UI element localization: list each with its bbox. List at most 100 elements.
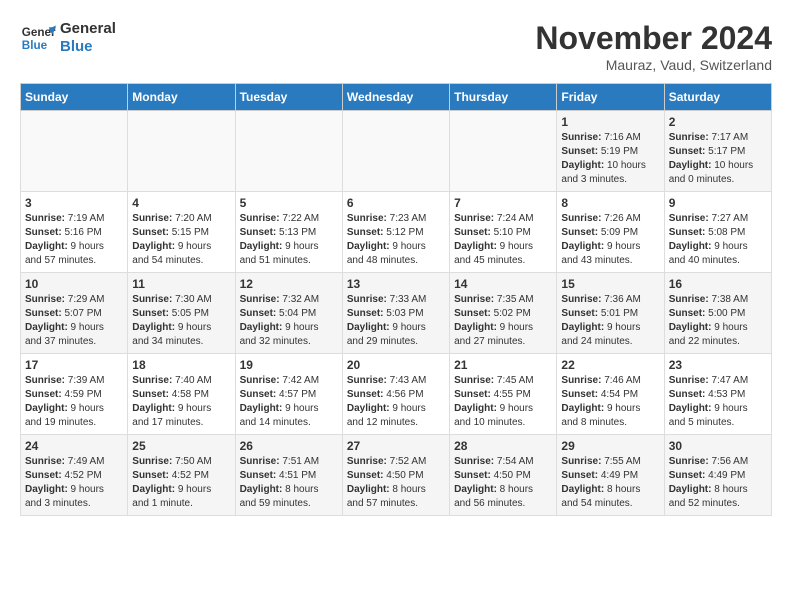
day-info: Sunrise: 7:51 AM <box>240 455 338 469</box>
calendar-cell: 5Sunrise: 7:22 AMSunset: 5:13 PMDaylight… <box>235 192 342 273</box>
day-info: Sunrise: 7:39 AM <box>25 374 123 388</box>
calendar-cell <box>128 111 235 192</box>
day-info: Daylight: 9 hours and 51 minutes. <box>240 240 338 268</box>
day-info: Daylight: 9 hours and 45 minutes. <box>454 240 552 268</box>
day-info: Daylight: 9 hours and 27 minutes. <box>454 321 552 349</box>
day-info: Daylight: 10 hours and 0 minutes. <box>669 159 767 187</box>
calendar-cell: 1Sunrise: 7:16 AMSunset: 5:19 PMDaylight… <box>557 111 664 192</box>
day-info: Daylight: 9 hours and 24 minutes. <box>561 321 659 349</box>
day-info: Sunset: 5:10 PM <box>454 226 552 240</box>
calendar-cell <box>235 111 342 192</box>
day-info: Sunset: 4:49 PM <box>561 469 659 483</box>
day-info: Sunrise: 7:26 AM <box>561 212 659 226</box>
day-number: 6 <box>347 196 445 210</box>
day-info: Sunset: 4:52 PM <box>25 469 123 483</box>
logo-blue: Blue <box>60 38 116 56</box>
day-info: Sunrise: 7:42 AM <box>240 374 338 388</box>
day-info: Sunset: 5:08 PM <box>669 226 767 240</box>
day-number: 15 <box>561 277 659 291</box>
day-info: Sunset: 5:04 PM <box>240 307 338 321</box>
day-number: 10 <box>25 277 123 291</box>
day-info: Sunset: 4:57 PM <box>240 388 338 402</box>
day-info: Sunset: 4:53 PM <box>669 388 767 402</box>
page-header: General Blue General Blue November 2024 … <box>20 20 772 73</box>
day-info: Sunset: 4:50 PM <box>347 469 445 483</box>
calendar-cell: 9Sunrise: 7:27 AMSunset: 5:08 PMDaylight… <box>664 192 771 273</box>
day-number: 1 <box>561 115 659 129</box>
calendar-cell <box>21 111 128 192</box>
day-info: Sunset: 5:05 PM <box>132 307 230 321</box>
weekday-header-friday: Friday <box>557 84 664 111</box>
calendar-cell: 19 Sunrise: 7:42 AMSunset: 4:57 PMDayligh… <box>235 354 342 435</box>
day-number: 22 <box>561 358 659 372</box>
day-info: Sunrise: 7:32 AM <box>240 293 338 307</box>
calendar-cell: 7Sunrise: 7:24 AMSunset: 5:10 PMDaylight… <box>450 192 557 273</box>
day-info: Sunset: 4:55 PM <box>454 388 552 402</box>
logo: General Blue General Blue <box>20 20 116 56</box>
day-info: Sunset: 4:58 PM <box>132 388 230 402</box>
calendar-cell: 22Sunrise: 7:46 AMSunset: 4:54 PMDayligh… <box>557 354 664 435</box>
day-info: Daylight: 8 hours and 52 minutes. <box>669 483 767 511</box>
calendar-cell <box>342 111 449 192</box>
day-info: Sunrise: 7:30 AM <box>132 293 230 307</box>
week-row-4: 17Sunrise: 7:39 AMSunset: 4:59 PMDayligh… <box>21 354 772 435</box>
day-info: Daylight: 9 hours and 40 minutes. <box>669 240 767 268</box>
calendar-cell: 11Sunrise: 7:30 AMSunset: 5:05 PMDayligh… <box>128 273 235 354</box>
calendar-cell: 2Sunrise: 7:17 AMSunset: 5:17 PMDaylight… <box>664 111 771 192</box>
day-info: Daylight: 9 hours and 17 minutes. <box>132 402 230 430</box>
day-info: Daylight: 9 hours and 57 minutes. <box>25 240 123 268</box>
weekday-header-saturday: Saturday <box>664 84 771 111</box>
calendar-cell: 10Sunrise: 7:29 AMSunset: 5:07 PMDayligh… <box>21 273 128 354</box>
day-info: Sunset: 5:12 PM <box>347 226 445 240</box>
day-info: Sunrise: 7:23 AM <box>347 212 445 226</box>
day-info: Daylight: 9 hours and 32 minutes. <box>240 321 338 349</box>
day-info: Sunset: 5:00 PM <box>669 307 767 321</box>
day-info: Daylight: 9 hours and 5 minutes. <box>669 402 767 430</box>
day-info: Sunrise: 7:36 AM <box>561 293 659 307</box>
day-info: Sunset: 4:54 PM <box>561 388 659 402</box>
day-info: Sunset: 5:16 PM <box>25 226 123 240</box>
logo-general: General <box>60 20 116 38</box>
svg-text:Blue: Blue <box>22 39 48 52</box>
day-number: 23 <box>669 358 767 372</box>
day-info: Daylight: 9 hours and 54 minutes. <box>132 240 230 268</box>
day-info: Daylight: 10 hours and 3 minutes. <box>561 159 659 187</box>
day-info: Daylight: 9 hours and 14 minutes. <box>240 402 338 430</box>
day-info: Sunrise: 7:47 AM <box>669 374 767 388</box>
calendar-cell: 13Sunrise: 7:33 AMSunset: 5:03 PMDayligh… <box>342 273 449 354</box>
day-info: Daylight: 8 hours and 56 minutes. <box>454 483 552 511</box>
day-info: Sunset: 4:50 PM <box>454 469 552 483</box>
day-number: 9 <box>669 196 767 210</box>
day-info: Sunrise: 7:49 AM <box>25 455 123 469</box>
day-info: Daylight: 9 hours and 48 minutes. <box>347 240 445 268</box>
week-row-5: 24Sunrise: 7:49 AMSunset: 4:52 PMDayligh… <box>21 435 772 516</box>
day-number: 3 <box>25 196 123 210</box>
day-info: Sunrise: 7:40 AM <box>132 374 230 388</box>
day-info: Sunset: 4:49 PM <box>669 469 767 483</box>
day-info: Sunrise: 7:38 AM <box>669 293 767 307</box>
day-info: Daylight: 8 hours and 57 minutes. <box>347 483 445 511</box>
day-number: 13 <box>347 277 445 291</box>
title-block: November 2024 Mauraz, Vaud, Switzerland <box>535 20 772 73</box>
day-info: Daylight: 9 hours and 8 minutes. <box>561 402 659 430</box>
week-row-2: 3Sunrise: 7:19 AMSunset: 5:16 PMDaylight… <box>21 192 772 273</box>
day-number: 27 <box>347 439 445 453</box>
calendar-cell: 26Sunrise: 7:51 AMSunset: 4:51 PMDayligh… <box>235 435 342 516</box>
calendar-cell: 17Sunrise: 7:39 AMSunset: 4:59 PMDayligh… <box>21 354 128 435</box>
day-info: Sunrise: 7:24 AM <box>454 212 552 226</box>
day-number: 12 <box>240 277 338 291</box>
week-row-1: 1Sunrise: 7:16 AMSunset: 5:19 PMDaylight… <box>21 111 772 192</box>
week-row-3: 10Sunrise: 7:29 AMSunset: 5:07 PMDayligh… <box>21 273 772 354</box>
day-number: 19 <box>240 358 338 372</box>
day-number: 18 <box>132 358 230 372</box>
day-info: Sunset: 5:09 PM <box>561 226 659 240</box>
calendar-cell: 21Sunrise: 7:45 AMSunset: 4:55 PMDayligh… <box>450 354 557 435</box>
day-info: Sunrise: 7:19 AM <box>25 212 123 226</box>
day-info: Sunrise: 7:17 AM <box>669 131 767 145</box>
calendar-table: SundayMondayTuesdayWednesdayThursdayFrid… <box>20 83 772 516</box>
calendar-cell: 18 Sunrise: 7:40 AMSunset: 4:58 PMDayligh… <box>128 354 235 435</box>
day-info: Sunrise: 7:22 AM <box>240 212 338 226</box>
day-info: Sunrise: 7:45 AM <box>454 374 552 388</box>
day-info: Sunrise: 7:29 AM <box>25 293 123 307</box>
calendar-cell: 12 Sunrise: 7:32 AMSunset: 5:04 PMDayligh… <box>235 273 342 354</box>
